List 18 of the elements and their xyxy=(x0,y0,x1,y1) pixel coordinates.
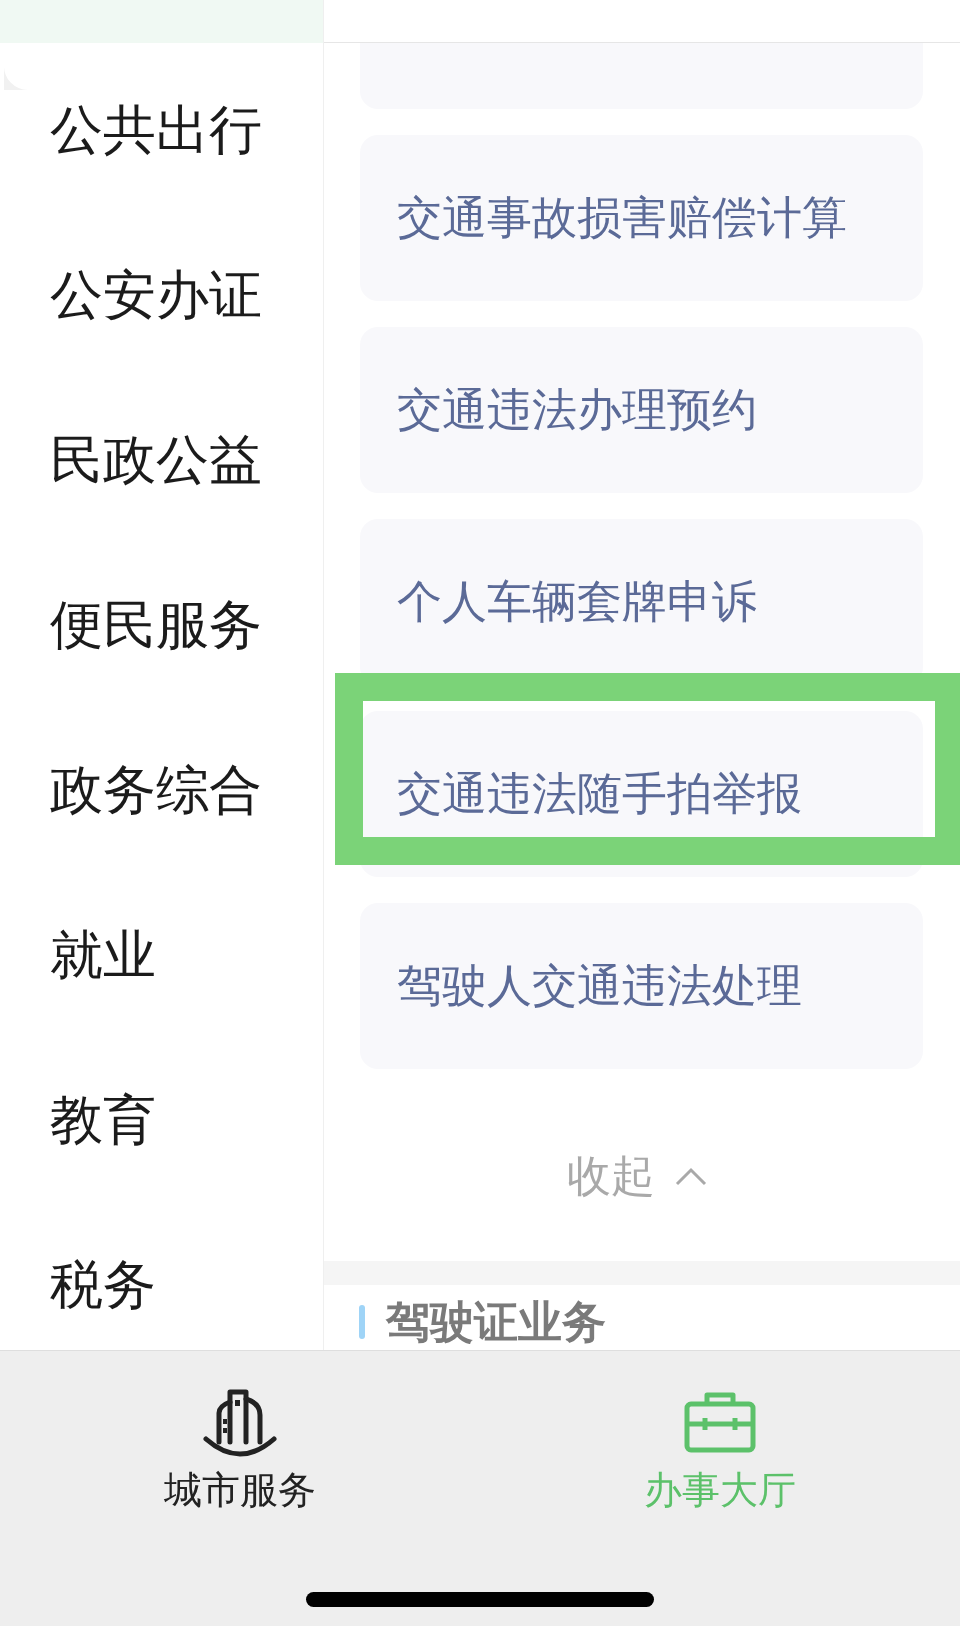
sidebar-item[interactable]: 政务综合 xyxy=(50,760,262,821)
briefcase-icon xyxy=(684,1391,756,1453)
service-card[interactable]: 交通违法办理预约 xyxy=(360,327,923,493)
sidebar-item[interactable]: 便民服务 xyxy=(50,595,262,656)
sidebar-item[interactable]: 税务 xyxy=(50,1255,156,1316)
sidebar-item[interactable]: 教育 xyxy=(50,1090,156,1151)
service-card[interactable]: 驾驶人交通违法处理 xyxy=(360,903,923,1069)
section-title: 驾驶证业务 xyxy=(386,1297,606,1347)
service-card[interactable] xyxy=(360,43,923,109)
city-buildings-icon xyxy=(202,1387,278,1459)
sidebar-item[interactable]: 民政公益 xyxy=(50,430,262,491)
section-marker-icon xyxy=(359,1305,365,1339)
sidebar-item[interactable]: 公共出行 xyxy=(50,100,262,161)
service-card[interactable]: 交通事故损害赔偿计算 xyxy=(360,135,923,301)
sidebar-item[interactable]: 就业 xyxy=(50,925,156,986)
chevron-up-icon xyxy=(675,1166,707,1186)
sidebar-item[interactable]: 公安办证 xyxy=(50,265,262,326)
tab-item[interactable]: 城市服务 xyxy=(164,1387,316,1511)
